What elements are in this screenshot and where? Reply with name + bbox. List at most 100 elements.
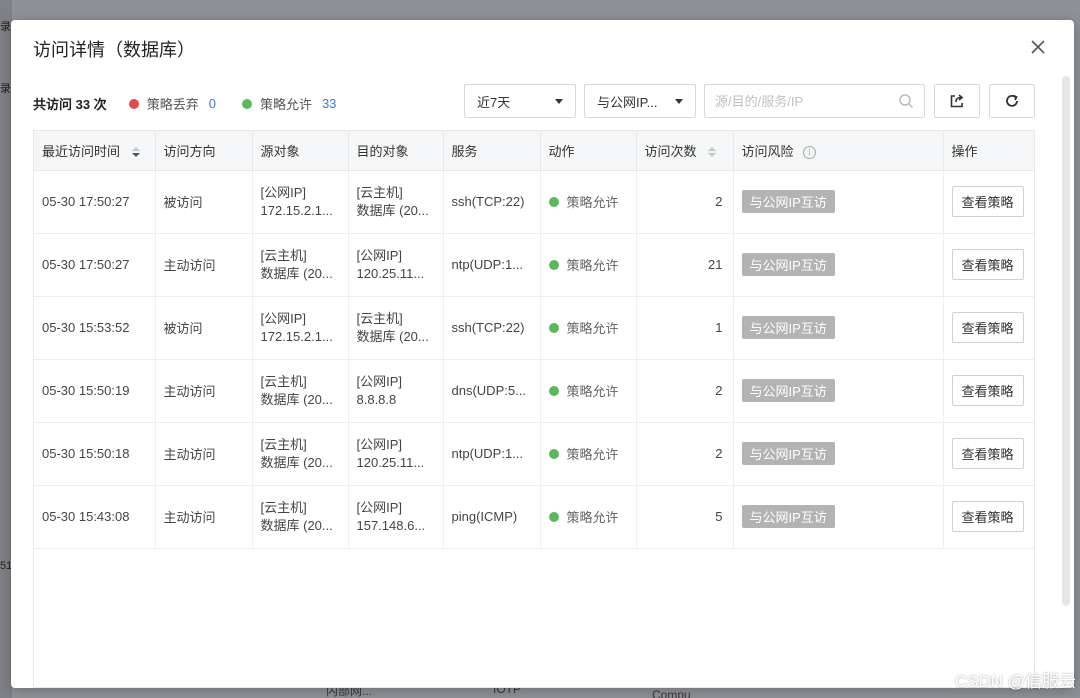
column-header-access-count[interactable]: 访问次数 [636,131,734,171]
destination-type: [公网IP] [356,436,403,452]
source-value: 172.15.2.1... [260,202,333,218]
green-dot-icon [548,385,559,396]
cell-text: 被访问 [163,195,203,210]
access-details-dialog: 访问详情（数据库） 共访问 33 次 策略丢弃 0 策略允许 33 近7天 与公… [11,20,1074,688]
source-type: [云主机] [260,373,307,389]
refresh-button[interactable] [989,84,1035,118]
cell-service: dns(UDP:5... [443,359,541,423]
cell-direction: 主动访问 [155,359,253,423]
cell-destination: [公网IP] 157.148.6... [348,485,444,549]
cell-direction: 主动访问 [155,422,253,486]
sort-icon[interactable] [131,147,140,158]
export-button[interactable] [934,84,980,118]
green-dot-icon [548,196,559,207]
view-policy-button[interactable]: 查看策略 [951,375,1024,406]
cell-last-access-time: 05-30 17:50:27 [34,170,156,234]
destination-type: [云主机] [356,310,403,326]
column-header-last-access-time[interactable]: 最近访问时间 [34,131,156,171]
cell-service: ntp(UDP:1... [443,422,541,486]
search-icon[interactable] [898,93,914,109]
destination-value: 120.25.11... [356,265,425,281]
destination-value: 数据库 (20... [356,202,429,218]
destination-type: [云主机] [356,184,403,200]
search-input[interactable] [715,93,898,109]
table-row: 05-30 15:43:08 主动访问 [云主机] 数据库 (20... [公网IP] 1… [34,485,1034,549]
stat-dropped: 策略丢弃 0 [128,94,216,113]
cell-text: ssh(TCP:22) [451,194,525,209]
cell-text: 主动访问 [163,447,216,462]
cell-operation: 查看策略 [943,359,1034,423]
destination-value: 8.8.8.8 [356,391,397,407]
cell-direction: 主动访问 [155,233,253,297]
cell-text: 策略允许 [566,195,619,210]
green-dot-icon [548,259,559,270]
cell-text: 1 [715,320,723,335]
table-row: 05-30 17:50:27 主动访问 [云主机] 数据库 (20... [公网IP] 1… [34,233,1034,297]
column-header-direction: 访问方向 [155,131,253,171]
cell-risk: 与公网IP互访 [733,359,944,423]
view-policy-button[interactable]: 查看策略 [951,438,1024,469]
cell-source: [公网IP] 172.15.2.1... [252,170,349,234]
cell-access-count: 5 [636,485,734,549]
risk-tag: 与公网IP互访 [741,379,835,402]
close-button[interactable] [1026,35,1050,59]
time-range-value: 近7天 [477,94,511,110]
cell-text: 2 [715,446,723,461]
time-range-select[interactable]: 近7天 [464,84,576,118]
stat-dropped-count: 0 [208,96,216,111]
cell-text: ping(ICMP) [451,509,518,524]
cell-service: ssh(TCP:22) [443,170,541,234]
cell-text: 策略允许 [566,258,619,273]
green-dot-icon [548,448,559,459]
cell-last-access-time: 05-30 17:50:27 [34,233,156,297]
source-value: 数据库 (20... [260,517,333,533]
close-icon [1031,40,1045,54]
cell-source: [云主机] 数据库 (20... [252,233,349,297]
total-access-count: 共访问 33 次 [33,97,107,112]
column-header-source: 源对象 [252,131,349,171]
cell-risk: 与公网IP互访 [733,233,944,297]
cell-text: 策略允许 [566,510,619,525]
dialog-title: 访问详情（数据库） [33,40,195,60]
cell-destination: [云主机] 数据库 (20... [348,170,444,234]
table-row: 05-30 15:50:18 主动访问 [云主机] 数据库 (20... [公网IP] 1… [34,422,1034,486]
cell-direction: 被访问 [155,170,253,234]
table-header-row: 最近访问时间 访问方向 源对象 目的对象 服务 动作 访问次数 访问风险 i 操… [34,131,1034,171]
cell-direction: 主动访问 [155,485,253,549]
cell-source: [云主机] 数据库 (20... [252,359,349,423]
cell-service: ntp(UDP:1... [443,233,541,297]
view-policy-button[interactable]: 查看策略 [951,249,1024,280]
view-policy-button[interactable]: 查看策略 [951,186,1024,217]
background-text: 录 [0,83,11,95]
destination-type: [公网IP] [356,499,403,515]
view-policy-button[interactable]: 查看策略 [951,501,1024,532]
cell-service: ping(ICMP) [443,485,541,549]
cell-text: 5 [715,509,723,524]
risk-tag: 与公网IP互访 [741,190,835,213]
cell-text: 05-30 15:50:18 [42,446,130,461]
ip-filter-select[interactable]: 与公网IP... [584,84,696,118]
cell-action: 策略允许 [540,233,637,297]
column-header-label: 访问风险 [741,143,794,159]
sort-icon[interactable] [708,147,717,158]
column-header-risk: 访问风险 i [733,131,944,171]
search-box [704,84,925,118]
cell-action: 策略允许 [540,296,637,360]
cell-access-count: 21 [636,233,734,297]
column-header-label: 最近访问时间 [42,143,121,159]
cell-access-count: 2 [636,359,734,423]
source-type: [公网IP] [260,184,307,200]
cell-risk: 与公网IP互访 [733,170,944,234]
cell-text: 策略允许 [566,447,619,462]
cell-last-access-time: 05-30 15:50:19 [34,359,156,423]
cell-text: 05-30 15:50:19 [42,383,130,398]
stat-allowed-label: 策略允许 [259,97,312,112]
view-policy-button[interactable]: 查看策略 [951,312,1024,343]
info-icon[interactable]: i [803,145,817,159]
cell-source: [云主机] 数据库 (20... [252,485,349,549]
cell-access-count: 2 [636,170,734,234]
scrollbar[interactable] [1062,76,1070,606]
cell-text: 策略允许 [566,384,619,399]
cell-direction: 被访问 [155,296,253,360]
cell-text: ntp(UDP:1... [451,257,524,272]
